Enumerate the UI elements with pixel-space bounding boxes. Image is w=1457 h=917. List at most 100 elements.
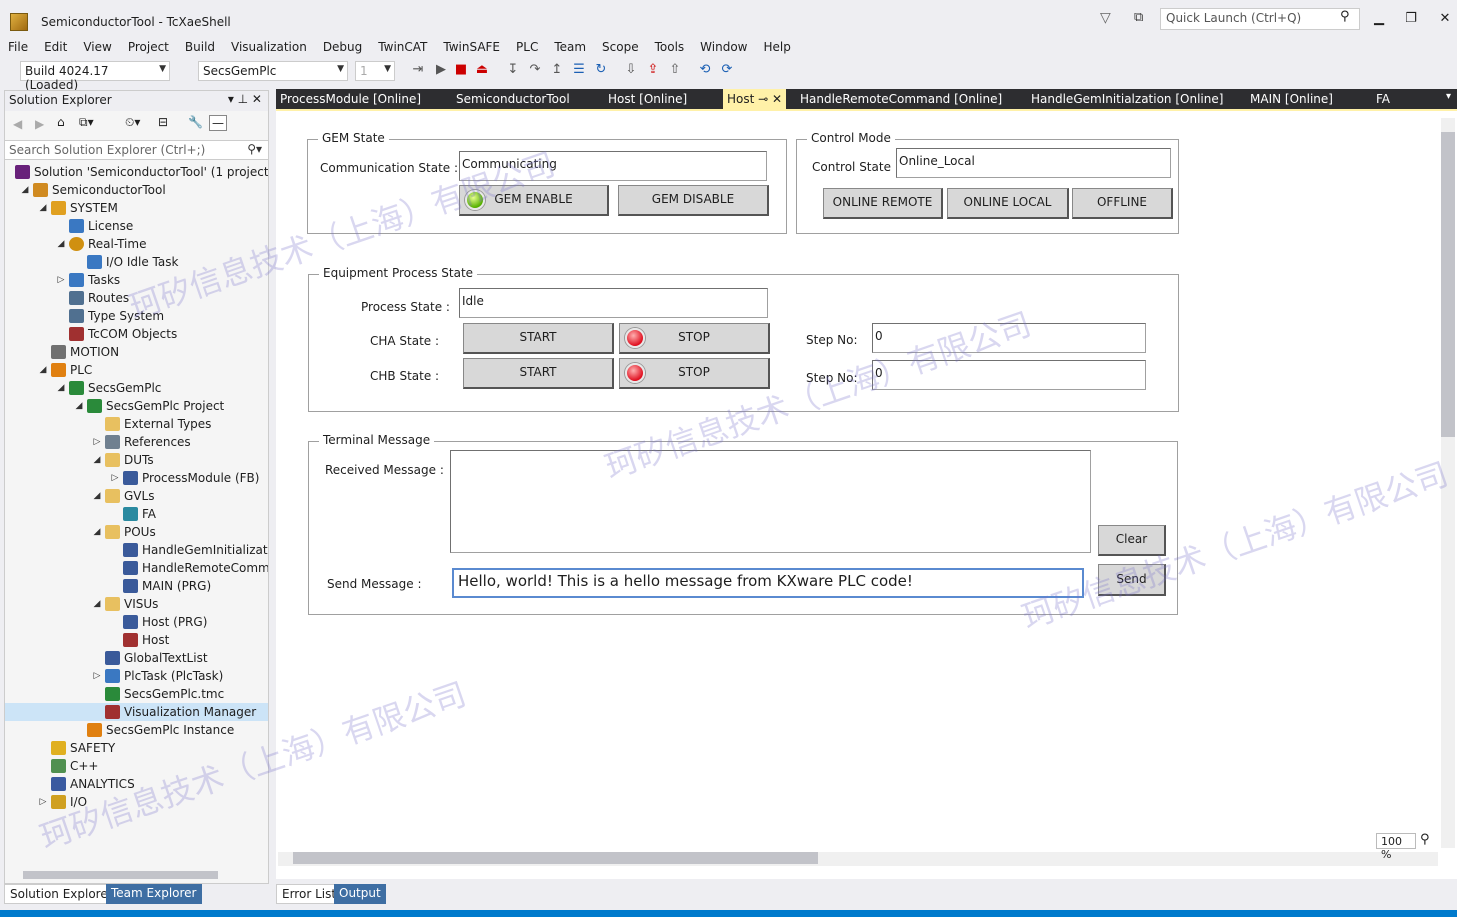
doc-tab-4[interactable]: HandleRemoteCommand [Online] [800, 89, 1002, 109]
tree-item[interactable]: License [5, 217, 268, 235]
menu-item-team[interactable]: Team [546, 38, 594, 56]
expand-icon[interactable]: ▷ [91, 667, 103, 685]
tree-item[interactable]: External Types [5, 415, 268, 433]
quick-launch-input[interactable]: Quick Launch (Ctrl+Q) [1160, 8, 1360, 30]
tree-item[interactable]: SAFETY [5, 739, 268, 757]
search-icon[interactable]: ⚲▾ [247, 142, 262, 156]
chb-stop-button[interactable]: STOP [619, 358, 770, 389]
minimize-button[interactable]: ▁ [1364, 8, 1394, 30]
tree-item[interactable]: Visualization Manager [5, 703, 268, 721]
tree-item[interactable]: HandleGemInitialization [5, 541, 268, 559]
send-message-input[interactable]: Hello, world! This is a hello message fr… [452, 568, 1084, 598]
logout-icon[interactable]: ⏏ [474, 62, 490, 78]
tree-item[interactable]: ▷ Tasks [5, 271, 268, 289]
tree-item[interactable]: FA [5, 505, 268, 523]
menu-item-view[interactable]: View [75, 38, 119, 56]
menu-item-build[interactable]: Build [177, 38, 223, 56]
tab-dropdown-icon[interactable]: ▾ [1446, 91, 1451, 102]
tree-item[interactable]: HandleRemoteComma [5, 559, 268, 577]
tree-item[interactable]: Solution 'SemiconductorTool' (1 project) [5, 163, 268, 181]
close-button[interactable]: ✕ [1430, 8, 1457, 30]
expand-icon[interactable]: ▷ [55, 271, 67, 289]
collapse-icon[interactable]: ◢ [91, 487, 103, 505]
tab-error-list[interactable]: Error List [276, 884, 343, 904]
tree-item[interactable]: ANALYTICS [5, 775, 268, 793]
menu-item-twincat[interactable]: TwinCAT [370, 38, 435, 56]
menu-item-plc[interactable]: PLC [508, 38, 546, 56]
horizontal-scroll-thumb[interactable] [293, 852, 818, 864]
tree-item[interactable]: ▷ I/O [5, 793, 268, 811]
back-icon[interactable]: ◀ [13, 117, 22, 131]
doc-tab-6[interactable]: MAIN [Online] [1250, 89, 1333, 109]
tree-item[interactable]: ◢ Real-Time [5, 235, 268, 253]
tree-item[interactable]: SecsGemPlc.tmc [5, 685, 268, 703]
activate-icon[interactable]: ⇥ [410, 62, 426, 78]
tab-close-icon[interactable]: ⊸ ✕ [754, 92, 782, 106]
tree-item[interactable]: ◢ POUs [5, 523, 268, 541]
collapse-icon[interactable]: ◢ [19, 181, 31, 199]
upload-icon[interactable]: ⇧ [667, 62, 683, 78]
doc-tab-2[interactable]: Host [Online] [608, 89, 687, 109]
menu-item-scope[interactable]: Scope [594, 38, 647, 56]
doc-tab-0[interactable]: ProcessModule [Online] [280, 89, 421, 109]
step-in-icon[interactable]: ↧ [505, 62, 521, 78]
collapse-icon[interactable]: ◢ [37, 199, 49, 217]
download-icon[interactable]: ⇩ [623, 62, 639, 78]
tree-item[interactable]: Host [5, 631, 268, 649]
tree-item[interactable]: ▷ ProcessModule (FB) [5, 469, 268, 487]
tree-item[interactable]: C++ [5, 757, 268, 775]
tree-item[interactable]: I/O Idle Task [5, 253, 268, 271]
collapse-icon[interactable]: ◢ [55, 235, 67, 253]
menu-item-edit[interactable]: Edit [36, 38, 75, 56]
filter-icon[interactable]: ▽ [1100, 10, 1116, 26]
menu-item-file[interactable]: File [0, 38, 36, 56]
online-local-button[interactable]: ONLINE LOCAL [947, 188, 1069, 219]
solution-search-input[interactable]: Search Solution Explorer (Ctrl+;) ⚲▾ [5, 140, 268, 160]
expand-icon[interactable]: ▷ [109, 469, 121, 487]
tree-item[interactable]: Host (PRG) [5, 613, 268, 631]
history-icon[interactable]: ⏲▾ [125, 115, 140, 130]
instance-combo[interactable]: 1 ▼ [355, 61, 395, 81]
tree-item[interactable]: MAIN (PRG) [5, 577, 268, 595]
step-over-icon[interactable]: ↷ [527, 62, 543, 78]
tree-horizontal-scrollbar[interactable] [23, 871, 218, 879]
project-combo[interactable]: SecsGemPlc ▼ [198, 61, 348, 81]
refresh-icon[interactable]: ↻ [593, 62, 609, 78]
doc-tab-1[interactable]: SemiconductorTool [456, 89, 570, 109]
gem-enable-button[interactable]: GEM ENABLE [459, 185, 609, 216]
switch-view-icon[interactable]: ⧉▾ [79, 115, 94, 130]
collapse-icon[interactable]: ◢ [73, 397, 85, 415]
properties-icon[interactable]: 🔧 [188, 115, 203, 129]
tree-item[interactable]: ◢ GVLs [5, 487, 268, 505]
collapse-icon[interactable]: ◢ [91, 523, 103, 541]
panel-close-icon[interactable]: ▾ ⊥ ✕ [228, 92, 262, 106]
forward-icon[interactable]: ▶ [35, 117, 44, 131]
tree-item[interactable]: ◢ SecsGemPlc [5, 379, 268, 397]
send-button[interactable]: Send [1098, 564, 1166, 596]
clear-button[interactable]: Clear [1098, 525, 1166, 556]
tab-solution-explorer[interactable]: Solution Explorer [4, 884, 119, 904]
collapse-icon[interactable]: ◢ [91, 595, 103, 613]
run-icon[interactable]: ▶ [433, 62, 449, 78]
online-remote-button[interactable]: ONLINE REMOTE [823, 188, 943, 219]
tree-item[interactable]: MOTION [5, 343, 268, 361]
tree-item[interactable]: ◢ VISUs [5, 595, 268, 613]
collapse-icon[interactable]: ⊟ [158, 115, 168, 129]
tree-item[interactable]: ◢ SecsGemPlc Project [5, 397, 268, 415]
tree-item[interactable]: Routes [5, 289, 268, 307]
menu-item-project[interactable]: Project [120, 38, 177, 56]
tree-item[interactable]: ◢ SemiconductorTool [5, 181, 268, 199]
menu-item-visualization[interactable]: Visualization [223, 38, 315, 56]
login-icon[interactable]: ⇪ [645, 62, 661, 78]
tree-item[interactable]: ◢ SYSTEM [5, 199, 268, 217]
doc-tab-3[interactable]: Host ⊸ ✕ [723, 89, 787, 109]
build-combo[interactable]: Build 4024.17 (Loaded) ▼ [20, 61, 170, 92]
preview-icon[interactable]: — [209, 115, 227, 131]
offline-button[interactable]: OFFLINE [1072, 188, 1173, 219]
tree-item[interactable]: ◢ PLC [5, 361, 268, 379]
home-icon[interactable]: ⌂ [57, 115, 65, 129]
expand-icon[interactable]: ▷ [37, 793, 49, 811]
cha-start-button[interactable]: START [463, 323, 614, 354]
menu-item-twinsafe[interactable]: TwinSAFE [435, 38, 508, 56]
expand-icon[interactable]: ▷ [91, 433, 103, 451]
